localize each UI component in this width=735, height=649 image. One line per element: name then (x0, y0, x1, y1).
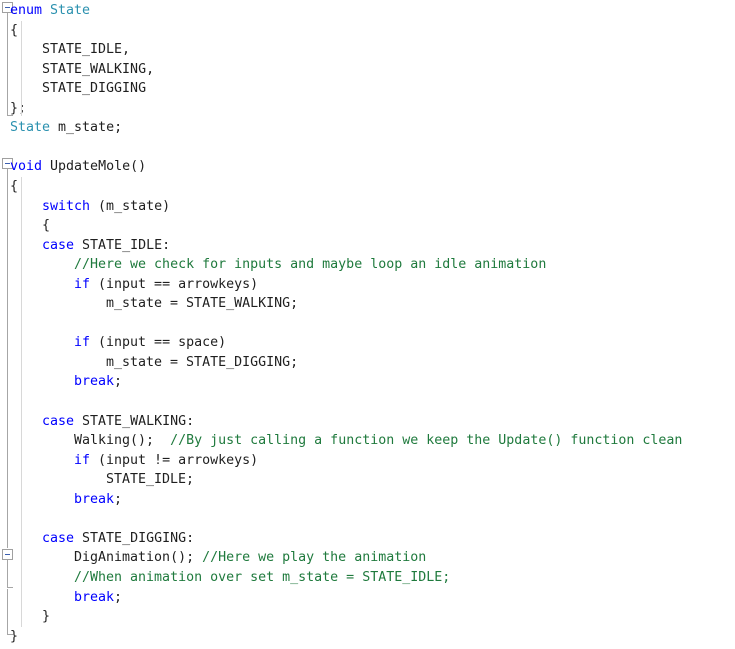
code-line[interactable]: { (42, 216, 50, 236)
code-token-pln: }; (10, 100, 27, 116)
code-token-pln: ; (114, 589, 123, 605)
code-line[interactable]: } (42, 607, 50, 627)
code-line[interactable]: STATE_IDLE; (106, 470, 194, 490)
code-token-pln: m_state; (50, 120, 123, 136)
code-line[interactable]: break; (74, 588, 122, 608)
code-token-kw: break (74, 491, 115, 507)
code-line[interactable]: case STATE_DIGGING: (42, 529, 194, 549)
code-token-pln: m_state = STATE_DIGGING; (106, 354, 299, 370)
code-line[interactable]: switch (m_state) (42, 197, 170, 217)
code-line[interactable]: enum State (10, 1, 90, 21)
code-line[interactable]: void UpdateMole() (10, 157, 146, 177)
code-token-pln: DigAnimation(); (74, 550, 203, 566)
code-token-kw: if (74, 335, 91, 351)
code-token-kw: case (42, 530, 75, 546)
code-token-pln: (input == arrowkeys) (90, 276, 259, 292)
code-token-pln: m_state = STATE_WALKING; (106, 296, 299, 312)
code-line[interactable]: Walking(); //By just calling a function … (74, 431, 682, 451)
code-token-pln: STATE_IDLE: (74, 237, 171, 253)
code-line[interactable]: case STATE_WALKING: (42, 412, 194, 432)
code-line[interactable]: }; (10, 99, 26, 119)
code-line[interactable]: case STATE_IDLE: (42, 236, 170, 256)
code-token-pln: { (42, 218, 51, 234)
code-editor[interactable]: enum State{STATE_IDLE, STATE_WALKING, STAT… (0, 0, 735, 649)
code-line[interactable]: DigAnimation(); //Here we play the anima… (74, 548, 426, 568)
code-line[interactable]: STATE_IDLE, (42, 40, 130, 60)
code-token-kw: void (10, 159, 51, 175)
code-line[interactable]: m_state = STATE_WALKING; (106, 294, 298, 314)
code-line[interactable]: } (10, 627, 18, 647)
code-line[interactable]: STATE_WALKING, (42, 60, 154, 80)
code-line[interactable]: if (input != arrowkeys) (74, 451, 258, 471)
code-line[interactable]: STATE_DIGGING (42, 79, 146, 99)
code-token-pln: ; (114, 374, 123, 390)
code-token-cmt: //Here we play the animation (202, 550, 427, 566)
code-token-pln: (input != arrowkeys) (90, 452, 259, 468)
code-token-cmt: //When animation over set m_state = STAT… (74, 569, 451, 585)
code-token-kw: case (42, 413, 75, 429)
code-token-kw: case (42, 237, 75, 253)
code-token-pln: Walking(); (74, 433, 171, 449)
code-line[interactable]: break; (74, 372, 122, 392)
code-line[interactable]: { (10, 177, 18, 197)
code-line[interactable]: if (input == space) (74, 333, 226, 353)
code-token-kw: if (74, 452, 91, 468)
code-line[interactable]: //Here we check for inputs and maybe loo… (74, 255, 546, 275)
code-token-pln: STATE_DIGGING (42, 81, 147, 97)
code-token-kw: break (74, 374, 115, 390)
code-line[interactable]: State m_state; (10, 118, 122, 138)
code-token-pln: STATE_WALKING, (42, 61, 155, 77)
indent-guide-line (21, 21, 22, 116)
code-token-type: State (10, 120, 51, 136)
code-line[interactable]: //When animation over set m_state = STAT… (74, 568, 450, 588)
code-token-cmt: //By just calling a function we keep the… (170, 433, 683, 449)
code-token-pln: STATE_WALKING: (74, 413, 195, 429)
code-token-type: State (50, 3, 91, 18)
indent-guide-line (21, 177, 22, 627)
code-token-pln: } (10, 628, 19, 644)
code-token-pln: { (10, 178, 19, 194)
code-token-pln: } (42, 609, 51, 625)
code-token-kw: break (74, 589, 115, 605)
code-token-pln: STATE_IDLE; (106, 472, 195, 488)
code-line[interactable]: { (10, 21, 18, 41)
code-token-pln: STATE_IDLE, (42, 42, 131, 58)
code-token-pln: STATE_DIGGING: (74, 530, 195, 546)
code-token-pln: UpdateMole() (50, 159, 147, 175)
code-token-kw: switch (42, 198, 91, 214)
code-token-kw: if (74, 276, 91, 292)
code-line[interactable]: if (input == arrowkeys) (74, 275, 258, 295)
code-line[interactable]: m_state = STATE_DIGGING; (106, 353, 298, 373)
code-token-pln: (m_state) (90, 198, 171, 214)
code-token-pln: (input == space) (90, 335, 227, 351)
code-token-pln: ; (114, 491, 123, 507)
code-text-area[interactable]: enum State{STATE_IDLE, STATE_WALKING, STAT… (0, 0, 735, 649)
code-line[interactable]: break; (74, 490, 122, 510)
code-token-kw: enum (10, 3, 51, 18)
code-token-cmt: //Here we check for inputs and maybe loo… (74, 257, 547, 273)
code-token-pln: { (10, 22, 19, 38)
